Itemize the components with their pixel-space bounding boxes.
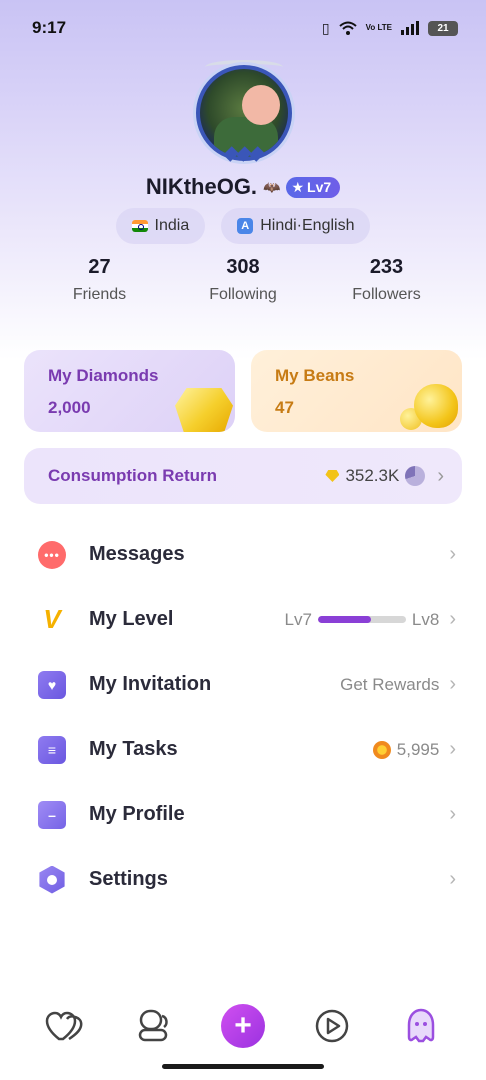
- stat-label: Following: [209, 286, 277, 303]
- get-rewards-text: Get Rewards: [340, 674, 440, 694]
- clipboard-icon: ≡: [38, 735, 66, 764]
- chevron-right-icon: ›: [437, 464, 444, 487]
- level-badge[interactable]: ★ Lv7: [286, 176, 341, 198]
- nav-friends[interactable]: [132, 1004, 176, 1048]
- menu-item-my-invitation[interactable]: ♥ My Invitation Get Rewards ›: [0, 652, 486, 717]
- consumption-right: 352.3K ›: [325, 465, 444, 488]
- home-indicator: [162, 1064, 324, 1069]
- chevron-right-icon: ›: [449, 803, 456, 825]
- star-icon: ★: [291, 178, 305, 195]
- folder-icon: –: [38, 800, 66, 829]
- menu-item-my-tasks[interactable]: ≡ My Tasks 5,995 ›: [0, 717, 486, 782]
- envelope-icon: ♥: [38, 670, 66, 699]
- status-time: 9:17: [32, 18, 67, 37]
- country-label: India: [154, 217, 190, 234]
- language-icon: A: [237, 218, 254, 234]
- my-diamonds-card[interactable]: My Diamonds 2,000: [24, 350, 235, 432]
- wifi-icon: [338, 21, 357, 35]
- nav-create[interactable]: +: [220, 1004, 265, 1048]
- diamonds-value: 2,000: [48, 398, 91, 417]
- bat-icon: 🦇: [263, 178, 281, 195]
- menu-item-settings[interactable]: Settings ›: [0, 847, 486, 912]
- nav-videos[interactable]: [310, 1004, 354, 1048]
- level-next: Lv8: [411, 609, 440, 629]
- ghost-profile-icon: [408, 1008, 435, 1043]
- status-bar: 9:17 ▯ Vo LTE 21: [0, 0, 486, 56]
- beans-title: My Beans: [275, 366, 355, 385]
- tasks-right: 5,995: [372, 739, 440, 760]
- country-chip[interactable]: India: [115, 208, 206, 244]
- consumption-title: Consumption Return: [48, 466, 218, 485]
- diamonds-title: My Diamonds: [48, 366, 159, 385]
- chevron-right-icon: ›: [449, 738, 456, 760]
- menu-label: My Invitation: [89, 673, 212, 695]
- stat-value: 308: [226, 256, 260, 278]
- stat-value: 233: [369, 256, 404, 278]
- nav-hearts[interactable]: [43, 1004, 87, 1048]
- menu-label: Settings: [89, 868, 168, 890]
- username: NIKtheOG.: [145, 174, 258, 199]
- volte-icon: Vo LTE: [365, 23, 392, 32]
- play-icon: [315, 1009, 349, 1043]
- diamond-icon: [175, 388, 233, 432]
- stat-followers[interactable]: 233 Followers: [315, 256, 458, 312]
- language-label: Hindi·English: [260, 217, 355, 234]
- menu-label: My Level: [89, 608, 174, 630]
- menu-label: Messages: [89, 543, 185, 565]
- profile-stats: 27 Friends 308 Following 233 Followers: [28, 256, 458, 312]
- diamond-small-icon: [325, 470, 340, 482]
- invitation-right: Get Rewards: [340, 675, 439, 695]
- stat-label: Followers: [352, 286, 421, 303]
- level-progress-bar: [317, 616, 406, 623]
- nav-me[interactable]: [399, 1004, 443, 1048]
- menu-list: ••• Messages › V My Level Lv7 Lv8 › ♥ My…: [0, 522, 486, 912]
- beans-value: 47: [275, 398, 294, 417]
- menu-item-my-level[interactable]: V My Level Lv7 Lv8 ›: [0, 587, 486, 652]
- profile-chips: India A Hindi·English: [0, 208, 486, 244]
- status-icons: ▯ Vo LTE 21: [322, 20, 458, 37]
- language-chip[interactable]: A Hindi·English: [221, 208, 371, 244]
- battery-level: 21: [437, 22, 449, 34]
- vibrate-icon: ▯: [321, 19, 330, 36]
- chevron-right-icon: ›: [449, 673, 456, 695]
- avatar-frame-wings: [205, 146, 283, 162]
- battery-icon: 21: [428, 20, 458, 36]
- progress-pie-icon: [405, 466, 426, 486]
- signal-icon: [401, 21, 419, 35]
- tasks-coins: 5,995: [396, 739, 440, 759]
- menu-label: My Tasks: [89, 738, 178, 760]
- level-badge-label: Lv7: [307, 179, 332, 195]
- friends-icon: [138, 1009, 168, 1042]
- chevron-right-icon: ›: [449, 868, 456, 890]
- chevron-right-icon: ›: [449, 608, 456, 630]
- bottom-nav: +: [0, 992, 486, 1060]
- chevron-right-icon: ›: [449, 543, 456, 565]
- menu-item-my-profile[interactable]: – My Profile ›: [0, 782, 486, 847]
- coin-icon: [372, 740, 391, 759]
- name-row: NIKtheOG. 🦇 ★ Lv7: [0, 170, 486, 204]
- menu-item-messages[interactable]: ••• Messages ›: [0, 522, 486, 587]
- level-current: Lv7: [284, 609, 312, 629]
- level-progress-fill: [317, 616, 371, 623]
- stat-label: Friends: [72, 286, 127, 303]
- chat-bubble-icon: •••: [38, 540, 66, 569]
- avatar-face: [242, 85, 280, 125]
- bean-icon: [414, 384, 458, 428]
- plus-icon: +: [220, 1004, 265, 1048]
- hearts-icon: [45, 1011, 83, 1041]
- settings-hexagon-icon: [39, 865, 65, 894]
- consumption-value: 352.3K: [345, 466, 400, 485]
- consumption-return-card[interactable]: Consumption Return 352.3K ›: [24, 448, 462, 504]
- india-flag-icon: [131, 220, 148, 232]
- level-progress: Lv7 Lv8: [284, 610, 439, 630]
- level-v-icon: V: [43, 604, 61, 634]
- stat-value: 27: [88, 256, 111, 278]
- my-beans-card[interactable]: My Beans 47: [251, 350, 462, 432]
- stat-following[interactable]: 308 Following: [172, 256, 315, 312]
- stat-friends[interactable]: 27 Friends: [28, 256, 171, 312]
- menu-label: My Profile: [89, 803, 185, 825]
